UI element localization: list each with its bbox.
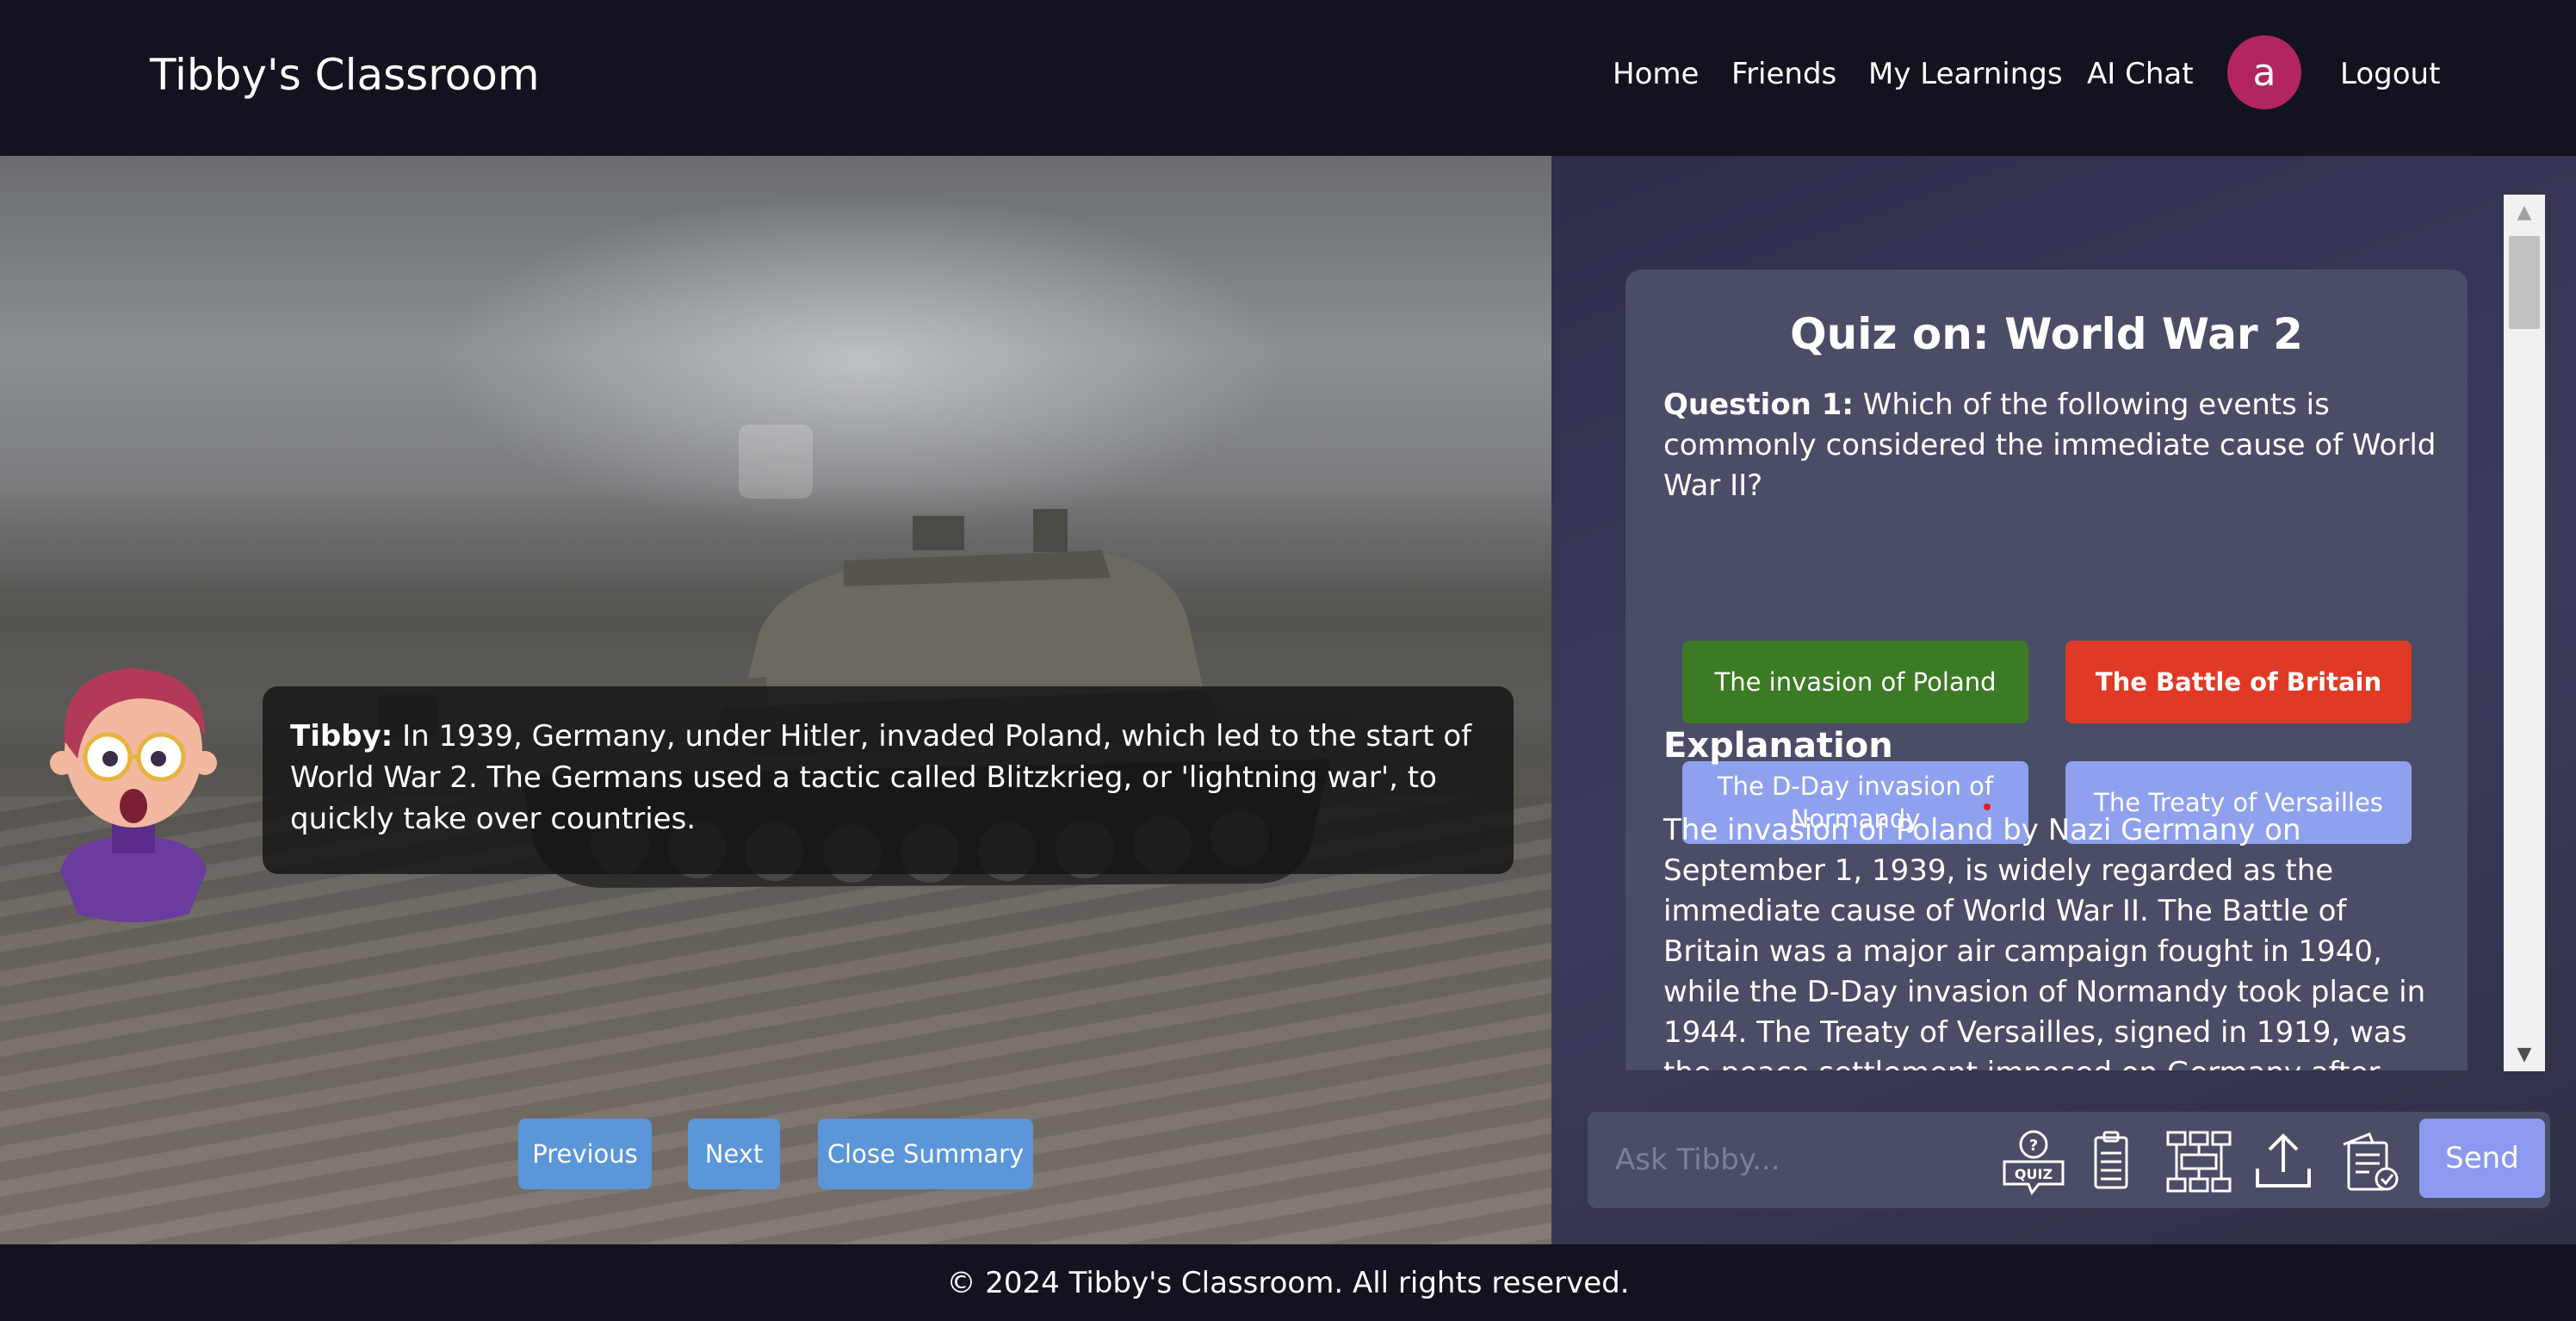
nav-my-learnings-link[interactable]: My Learnings [1868, 57, 2063, 91]
nav-logout-link[interactable]: Logout [2340, 57, 2440, 91]
brand-title[interactable]: Tibby's Classroom [150, 50, 540, 100]
scroll-thumb[interactable] [2509, 236, 2540, 329]
narration-text: In 1939, Germany, under Hitler, invaded … [290, 719, 1472, 836]
quiz-card[interactable]: Quiz on: World War 2 Question 1: Which o… [1625, 270, 2468, 1070]
ask-tibby-input[interactable] [1588, 1112, 1992, 1208]
clipboard-icon[interactable] [2077, 1127, 2146, 1196]
tibby-character-icon [50, 668, 217, 922]
previous-button[interactable]: Previous [518, 1119, 652, 1189]
svg-text:?: ? [2029, 1137, 2038, 1155]
scene-overlay-box [739, 425, 813, 499]
mindmap-icon[interactable] [2164, 1127, 2233, 1196]
nav-home-link[interactable]: Home [1613, 57, 1699, 91]
quiz-title: Quiz on: World War 2 [1790, 309, 2303, 359]
quiz-icon-label: QUIZ [2015, 1166, 2053, 1182]
document-check-icon[interactable] [2335, 1127, 2404, 1196]
cursor-dot [1984, 803, 1991, 810]
next-button[interactable]: Next [688, 1119, 780, 1189]
speaker-name: Tibby: [290, 719, 393, 754]
copyright-text: © 2024 Tibby's Classroom. All rights res… [946, 1265, 1630, 1300]
quiz-panel: Quiz on: World War 2 Question 1: Which o… [1551, 156, 2576, 1244]
user-avatar[interactable]: a [2227, 35, 2301, 109]
page-footer: © 2024 Tibby's Classroom. All rights res… [0, 1244, 2576, 1321]
chat-bar: ? QUIZ [1588, 1112, 2550, 1208]
story-scene: Tibby: In 1939, Germany, under Hitler, i… [0, 156, 1551, 1244]
question-label: Question 1: [1663, 388, 1854, 422]
answer-option-2[interactable]: The Battle of Britain [2065, 641, 2412, 723]
nav-ai-chat-link[interactable]: AI Chat [2087, 57, 2194, 91]
send-button[interactable]: Send [2419, 1119, 2545, 1198]
top-navbar: Tibby's Classroom Home Friends My Learni… [0, 0, 2576, 156]
explanation-text: The invasion of Poland by Nazi Germany o… [1663, 813, 2426, 1070]
scroll-down-arrow-icon[interactable]: ▼ [2504, 1037, 2545, 1071]
scroll-up-arrow-icon[interactable]: ▲ [2504, 195, 2545, 229]
close-summary-button[interactable]: Close Summary [818, 1119, 1033, 1189]
quiz-question: Question 1: Which of the following event… [1663, 385, 2438, 506]
answer-option-1[interactable]: The invasion of Poland [1682, 641, 2028, 723]
explanation-title: Explanation [1663, 726, 1893, 766]
upload-icon[interactable] [2249, 1127, 2318, 1196]
narration-bubble: Tibby: In 1939, Germany, under Hitler, i… [263, 686, 1514, 874]
quiz-scrollbar[interactable]: ▲ ▼ [2504, 195, 2545, 1071]
nav-friends-link[interactable]: Friends [1731, 57, 1836, 91]
quiz-icon[interactable]: ? QUIZ [1999, 1127, 2068, 1196]
